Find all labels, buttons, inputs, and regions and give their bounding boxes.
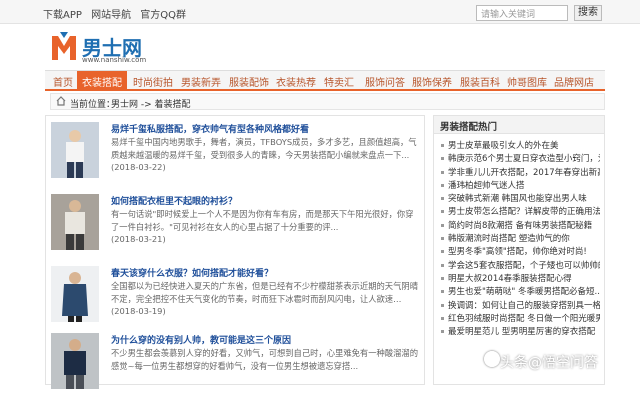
sidebar-item[interactable]: 简约时尚8款潮搭 备有味男装搭配秘籍	[440, 219, 600, 232]
article-thumbnail[interactable]	[51, 122, 99, 178]
hot-sidebar: 男装搭配热门 男士皮草最吸引女人的外在美 韩庚示范6个男士夏日穿衣造型小窍门，爱…	[433, 115, 605, 385]
nav-sale[interactable]: 特卖汇	[324, 74, 354, 89]
article-title[interactable]: 如何搭配衣柜里不起眼的衬衫？	[111, 194, 237, 207]
sidebar-item[interactable]: 韩版潮流时尚搭配 塑造帅气的你	[440, 232, 600, 245]
qq-group-link[interactable]: 官方QQ群	[140, 10, 186, 21]
article-thumbnail[interactable]	[51, 194, 99, 250]
nav-outfit[interactable]: 衣装搭配	[77, 71, 127, 90]
article-date: (2018-03-19)	[111, 306, 166, 316]
article-title[interactable]: 易烊千玺私服搭配，穿衣帅气有型各种风格都好看	[111, 122, 309, 135]
sidebar-item[interactable]: 男生也爱"萌萌哒" 冬季暖男搭配必备短...	[440, 285, 600, 298]
breadcrumb: 当前位置： 男士网 -> 着装搭配	[50, 93, 605, 110]
nav-hot[interactable]: 衣装热荐	[276, 74, 316, 89]
nav-qa[interactable]: 服饰问答	[365, 74, 405, 89]
article-thumbnail[interactable]	[51, 266, 99, 322]
nav-gallery[interactable]: 帅哥图库	[507, 74, 547, 89]
sidebar-item[interactable]: 男士皮草最吸引女人的外在美	[440, 139, 600, 152]
breadcrumb-path[interactable]: 男士网 -> 着装搭配	[111, 97, 191, 110]
sidebar-item[interactable]: 男士皮带怎么搭配？详解皮带的正确用法	[440, 205, 600, 218]
nav-home[interactable]: 首页	[53, 74, 73, 89]
article-item[interactable]: 春天该穿什么衣服？如何搭配才能好看？ 全国都以为已经快进入夏天的广东省，但是已经…	[51, 266, 421, 326]
sidebar-item[interactable]: 潘玮柏超帅气迷人搭	[440, 179, 600, 192]
top-links: 下载APP 网站导航 官方QQ群	[43, 6, 192, 21]
article-thumbnail[interactable]	[51, 333, 99, 389]
article-item[interactable]: 易烊千玺私服搭配，穿衣帅气有型各种风格都好看 易烊千玺中国内地男歌手，舞者，演员…	[51, 122, 421, 182]
article-date: (2018-03-22)	[111, 162, 166, 172]
search-button[interactable]: 搜索	[574, 5, 602, 21]
article-summary: 易烊千玺中国内地男歌手，舞者，演员，TFBOYS成员，多才多艺，且颜值超高，气质…	[111, 137, 417, 160]
article-summary: 全国都以为已经快进入夏天的广东省，但是已经有不少柠檬甜茶表示近期的天气阴晴不定，…	[111, 281, 418, 304]
sidebar-item[interactable]: 最爱明星范儿 型男明星厉害的穿衣搭配	[440, 325, 600, 338]
sidebar-item[interactable]: 换调调：如何让自己的服装穿搭别具一格	[440, 299, 600, 312]
top-bar: 下载APP 网站导航 官方QQ群 请输入关键词 搜索	[0, 0, 640, 24]
nav-new-arrivals[interactable]: 男装新弄	[181, 74, 221, 89]
home-icon[interactable]	[56, 96, 66, 106]
sidebar-item[interactable]: 红色羽绒服时尚搭配 冬日做一个阳光暖男	[440, 312, 600, 325]
sidebar-title: 男装搭配热门	[440, 122, 498, 133]
article-title[interactable]: 为什么穿的没有别人帅，教可能是这三个原因	[111, 333, 291, 346]
site-logo[interactable]: 男士网 www.nanshiw.com	[50, 30, 170, 70]
nav-accessories[interactable]: 服装配饰	[229, 74, 269, 89]
article-list: 易烊千玺私服搭配，穿衣帅气有型各种风格都好看 易烊千玺中国内地男歌手，舞者，演员…	[45, 115, 425, 389]
article-date: (2018-03-21)	[111, 234, 166, 244]
sidebar-item[interactable]: 突破韩式新潮 韩国风也能穿出男人味	[440, 192, 600, 205]
nav-encyclopedia[interactable]: 服装百科	[460, 74, 500, 89]
breadcrumb-label: 当前位置：	[70, 100, 116, 110]
watermark: 头条@悟空问答	[500, 355, 598, 371]
article-summary: 有一句话说"即时候爱上一个人不是因为你有车有房，而是那天下午阳光很好，你穿了一件…	[111, 209, 414, 232]
main-nav: 首页 衣装搭配 时尚街拍 男装新弄 服装配饰 衣装热荐 特卖汇 服饰问答 服饰保…	[45, 70, 605, 91]
sidebar-item[interactable]: 学会这5套衣服搭配，个子矮也可以帅帅的	[440, 259, 600, 272]
article-title[interactable]: 春天该穿什么衣服？如何搭配才能好看？	[111, 266, 273, 279]
article-item[interactable]: 为什么穿的没有别人帅，教可能是这三个原因 不少男生都会羡慕别人穿的好看，又帅气，…	[51, 333, 421, 393]
logo-m-icon	[52, 32, 76, 60]
download-app-link[interactable]: 下载APP	[43, 10, 82, 21]
watermark-icon	[484, 351, 500, 367]
nav-brand-shops[interactable]: 品牌网店	[554, 74, 594, 89]
sidebar-item[interactable]: 韩庚示范6个男士夏日穿衣造型小窍门，爱...	[440, 152, 600, 165]
sidebar-item[interactable]: 型男冬季"高领"搭配，帅你绝对时尚!	[440, 245, 600, 258]
logo-url: www.nanshiw.com	[82, 56, 147, 64]
article-summary: 不少男生都会羡慕别人穿的好看，又帅气，可想到自己时，心里难免有一种酸溜溜的感觉~…	[111, 348, 418, 371]
search-input[interactable]: 请输入关键词	[476, 5, 568, 21]
sidebar-header: 男装搭配热门	[434, 116, 604, 134]
nav-street-style[interactable]: 时尚街拍	[133, 74, 173, 89]
article-item[interactable]: 如何搭配衣柜里不起眼的衬衫？ 有一句话说"即时候爱上一个人不是因为你有车有房，而…	[51, 194, 421, 254]
sidebar-item[interactable]: 学非重儿儿开衣搭配，2017年春穿出新高度	[440, 166, 600, 179]
site-nav-link[interactable]: 网站导航	[91, 10, 131, 21]
sidebar-item[interactable]: 明星大叔2014春季服装搭配心得	[440, 272, 600, 285]
sidebar-list: 男士皮草最吸引女人的外在美 韩庚示范6个男士夏日穿衣造型小窍门，爱... 学非重…	[440, 139, 600, 338]
nav-care[interactable]: 服饰保养	[412, 74, 452, 89]
